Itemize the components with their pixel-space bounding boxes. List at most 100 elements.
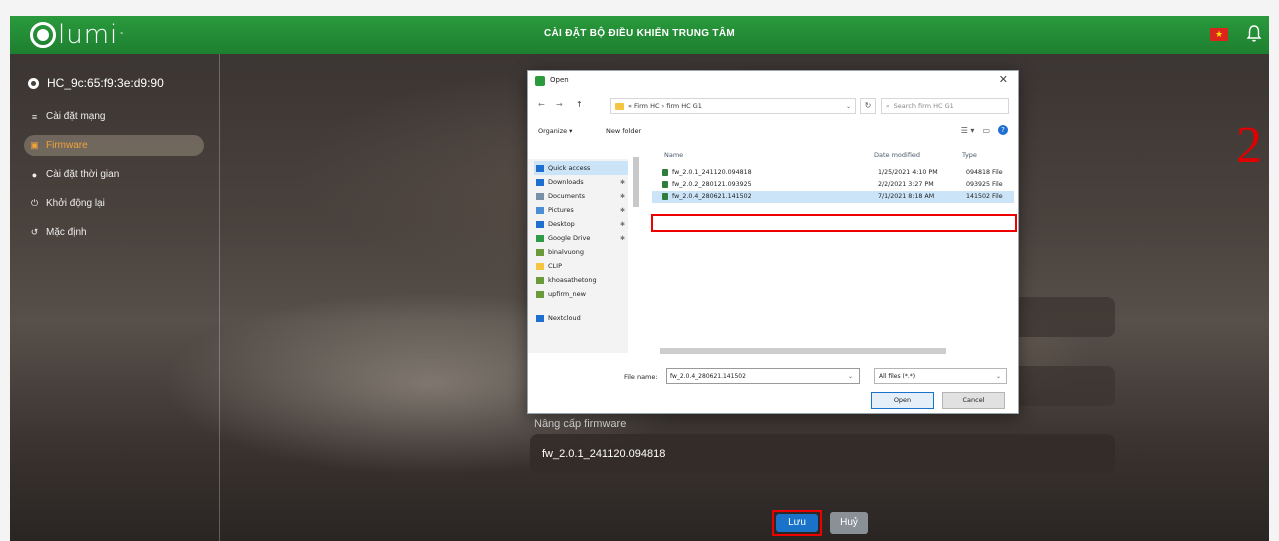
nav-item-label: Nextcloud [548, 314, 581, 322]
nav-item-documents[interactable]: Documents ✱ [534, 189, 628, 203]
help-icon[interactable]: ? [998, 125, 1008, 135]
file-icon [662, 181, 668, 188]
horizontal-scrollbar[interactable] [652, 347, 1014, 355]
new-folder-button[interactable]: New folder [606, 127, 641, 135]
file-name-label: File name: [624, 373, 658, 381]
refresh-icon[interactable]: ↻ [860, 98, 876, 114]
google-drive-icon [536, 234, 544, 242]
nav-scrollbar-thumb[interactable] [633, 157, 639, 207]
file-row[interactable]: fw_2.0.2_280121.093925 2/2/2021 3:27 PM … [652, 179, 1014, 191]
sidebar-item-label: Cài đặt mạng [46, 111, 106, 122]
file-name: fw_2.0.2_280121.093925 [672, 181, 752, 188]
file-type: 093925 File [966, 181, 1003, 188]
cancel-button[interactable]: Huỷ [830, 512, 868, 534]
upgrade-firmware-label: Nâng cấp firmware [534, 418, 627, 430]
top-bar: lumi ° CÀI ĐẶT BỘ ĐIỀU KHIỂN TRUNG TÂM ★ [10, 16, 1269, 54]
file-icon [662, 169, 668, 176]
folder-icon [615, 102, 624, 110]
nav-item-clip[interactable]: CLIP [534, 259, 628, 273]
open-file-dialog: Open ✕ ← → ↑ « Firm HC › firm HC G1 ⌄ ↻ … [527, 70, 1019, 414]
chevron-down-icon[interactable]: ⌄ [846, 103, 851, 110]
pin-icon: ✱ [619, 206, 625, 214]
organize-button[interactable]: Organize ▾ [538, 127, 572, 135]
sidebar-item-restart[interactable]: ⏻ Khởi động lại [24, 193, 204, 214]
column-date[interactable]: Date modified [874, 151, 920, 159]
file-row-selected[interactable]: fw_2.0.4_280621.141502 7/1/2021 8:18 AM … [652, 191, 1014, 203]
forward-icon[interactable]: → [556, 100, 563, 109]
nav-item-label: CLIP [548, 262, 562, 270]
nav-item-pictures[interactable]: Pictures ✱ [534, 203, 628, 217]
nav-item-label: Downloads [548, 178, 584, 186]
close-icon[interactable]: ✕ [999, 73, 1008, 86]
search-placeholder: Search firm HC G1 [893, 102, 954, 110]
file-name-input[interactable]: fw_2.0.4_280621.141502 [666, 368, 860, 384]
open-button[interactable]: Open [871, 392, 934, 409]
dialog-toolbar: Organize ▾ New folder ☰ ▾ ▭ ? [528, 121, 1018, 141]
file-type: 141502 File [966, 193, 1003, 200]
sidebar-item-firmware[interactable]: ▣ Firmware [24, 135, 204, 156]
sidebar-item-network[interactable]: ≡ Cài đặt mạng [24, 106, 204, 127]
vietnam-flag-icon[interactable]: ★ [1210, 28, 1228, 41]
sidebar-item-label: Cài đặt thời gian [46, 169, 120, 180]
nav-item-khoasathetong[interactable]: khoasathetong [534, 273, 628, 287]
sidebar-menu: ≡ Cài đặt mạng ▣ Firmware ● Cài đặt thời… [24, 106, 204, 251]
file-list: Name Date modified Type fw_2.0.1_241120.… [648, 145, 1016, 353]
upgrade-firmware-field[interactable]: fw_2.0.1_241120.094818 [530, 434, 1115, 474]
nav-item-desktop[interactable]: Desktop ✱ [534, 217, 628, 231]
device-header: HC_9c:65:f9:3e:d9:90 [28, 76, 164, 90]
nav-scrollbar[interactable] [632, 145, 640, 353]
pin-icon: ✱ [619, 192, 625, 200]
nav-item-nextcloud[interactable]: Nextcloud [534, 311, 628, 325]
file-name: fw_2.0.1_241120.094818 [672, 169, 752, 176]
folder-icon [536, 262, 544, 270]
cloud-icon [536, 314, 544, 322]
file-date: 7/1/2021 8:18 AM [878, 193, 935, 200]
nav-item-quick-access[interactable]: Quick access [534, 161, 628, 175]
network-icon: ≡ [31, 111, 38, 122]
nav-item-google-drive[interactable]: Google Drive ✱ [534, 231, 628, 245]
view-menu-icon[interactable]: ☰ ▾ [961, 126, 975, 135]
column-name[interactable]: Name [664, 151, 683, 159]
app-window: lumi ° CÀI ĐẶT BỘ ĐIỀU KHIỂN TRUNG TÂM ★… [10, 16, 1269, 541]
column-type[interactable]: Type [962, 151, 977, 159]
reset-icon: ↺ [30, 227, 39, 237]
chevron-down-icon[interactable]: ⌄ [848, 373, 853, 380]
file-type-select[interactable]: All files (*.*) [874, 368, 1007, 384]
sidebar-item-default[interactable]: ↺ Mặc định [24, 222, 204, 243]
search-input[interactable]: ⌕ Search firm HC G1 [881, 98, 1009, 114]
nav-item-binalvuong[interactable]: binalvuong [534, 245, 628, 259]
folder-icon [536, 290, 544, 298]
horizontal-scrollbar-thumb[interactable] [660, 348, 946, 354]
nav-item-label: binalvuong [548, 248, 585, 256]
folder-icon [536, 276, 544, 284]
nav-item-upfirm-new[interactable]: upfirm_new [534, 287, 628, 301]
dialog-cancel-button[interactable]: Cancel [942, 392, 1005, 409]
nav-item-label: Pictures [548, 206, 574, 214]
dialog-title-bar: Open ✕ [528, 71, 1018, 91]
nav-item-downloads[interactable]: Downloads ✱ [534, 175, 628, 189]
chevron-down-icon[interactable]: ⌄ [996, 373, 1001, 380]
nav-item-label: Quick access [548, 164, 591, 172]
address-path: « Firm HC › firm HC G1 [628, 102, 702, 110]
sidebar-item-label: Firmware [46, 140, 88, 151]
documents-icon [536, 192, 544, 200]
save-button[interactable]: Lưu [776, 514, 818, 532]
preview-pane-icon[interactable]: ▭ [982, 126, 990, 135]
address-bar[interactable]: « Firm HC › firm HC G1 ⌄ [610, 98, 856, 114]
selection-highlight [651, 214, 1017, 232]
back-icon[interactable]: ← [538, 100, 545, 109]
sidebar-item-time[interactable]: ● Cài đặt thời gian [24, 164, 204, 185]
dialog-footer: File name: fw_2.0.4_280621.141502 ⌄ All … [528, 361, 1018, 411]
file-row[interactable]: fw_2.0.1_241120.094818 1/25/2021 4:10 PM… [652, 167, 1014, 179]
file-date: 1/25/2021 4:10 PM [878, 169, 938, 176]
nav-item-label: Desktop [548, 220, 575, 228]
bell-icon[interactable] [1246, 24, 1262, 44]
step-marker: 2 [1236, 117, 1262, 174]
file-date: 2/2/2021 3:27 PM [878, 181, 934, 188]
up-icon[interactable]: ↑ [576, 100, 583, 109]
nav-item-label: khoasathetong [548, 276, 597, 284]
nav-item-label: Google Drive [548, 234, 591, 242]
file-type: 094818 File [966, 169, 1003, 176]
sidebar: HC_9c:65:f9:3e:d9:90 ≡ Cài đặt mạng ▣ Fi… [10, 54, 220, 541]
folder-icon [536, 248, 544, 256]
